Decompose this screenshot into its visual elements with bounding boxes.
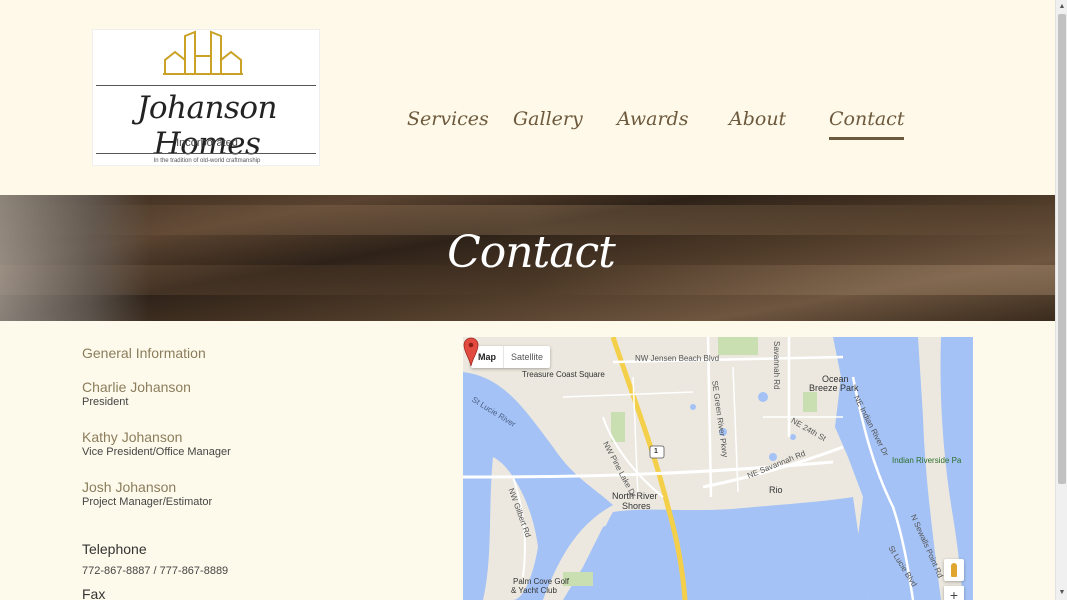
route-shield-label: 1 [654,448,658,455]
nav-about[interactable]: About [729,108,786,130]
telephone-label: Telephone [82,541,147,557]
person-role: Project Manager/Estimator [82,496,213,508]
logo-tagline: In the tradition of old-world craftmansh… [153,158,261,164]
houses-logo-icon [163,30,243,75]
logo[interactable]: Johanson Homes Incorporated In the tradi… [92,29,320,166]
google-map[interactable]: Map Satellite NW Jensen Beach Blvd Treas… [463,337,973,600]
map-label: Savannah Rd [772,341,781,390]
location-pin-icon[interactable] [463,337,479,367]
person-name: Kathy Johanson [82,429,183,445]
page-title: Contact [447,227,616,278]
map-label: North River [612,491,658,501]
map-label: Rio [769,485,783,495]
map-type-control: Map Satellite [471,346,551,368]
logo-divider [96,85,316,86]
telephone-value: 772-867-8887 / 777-867-8889 [82,565,229,577]
person-role: President [82,396,129,408]
scrollbar-thumb[interactable] [1058,14,1066,484]
nav-services[interactable]: Services [407,108,489,130]
logo-divider [96,153,316,154]
map-label: & Yacht Club [511,586,557,595]
map-label: NW Jensen Beach Blvd [635,354,720,363]
person-name: Charlie Johanson [82,379,191,395]
general-info-heading: General Information [82,345,206,361]
map-type-satellite-button[interactable]: Satellite [503,346,550,368]
scroll-down-arrow-icon[interactable]: ▼ [1056,586,1067,600]
page-scrollbar[interactable]: ▲ ▼ [1055,0,1067,600]
nav-contact[interactable]: Contact [829,108,905,140]
map-label: Indian Riverside Pa [892,456,962,465]
page-banner: Contact [0,195,1055,321]
map-label: Treasure Coast Square [522,370,605,379]
scroll-up-arrow-icon[interactable]: ▲ [1056,0,1067,14]
map-label: Shores [622,501,651,511]
logo-incorporated: Incorporated [176,137,238,149]
logo-brand-name: Johanson Homes [136,90,278,162]
street-view-pegman-icon[interactable] [944,559,964,581]
nav-gallery[interactable]: Gallery [513,108,583,130]
person-role: Vice President/Office Manager [82,446,231,458]
map-label: Breeze Park [809,383,859,393]
nav-awards[interactable]: Awards [617,108,688,130]
zoom-in-button[interactable]: + [944,586,964,600]
map-label: Palm Cove Golf [513,577,570,586]
person-name: Josh Johanson [82,479,177,495]
site-header: Johanson Homes Incorporated In the tradi… [0,0,1055,195]
fax-label: Fax [82,586,106,600]
